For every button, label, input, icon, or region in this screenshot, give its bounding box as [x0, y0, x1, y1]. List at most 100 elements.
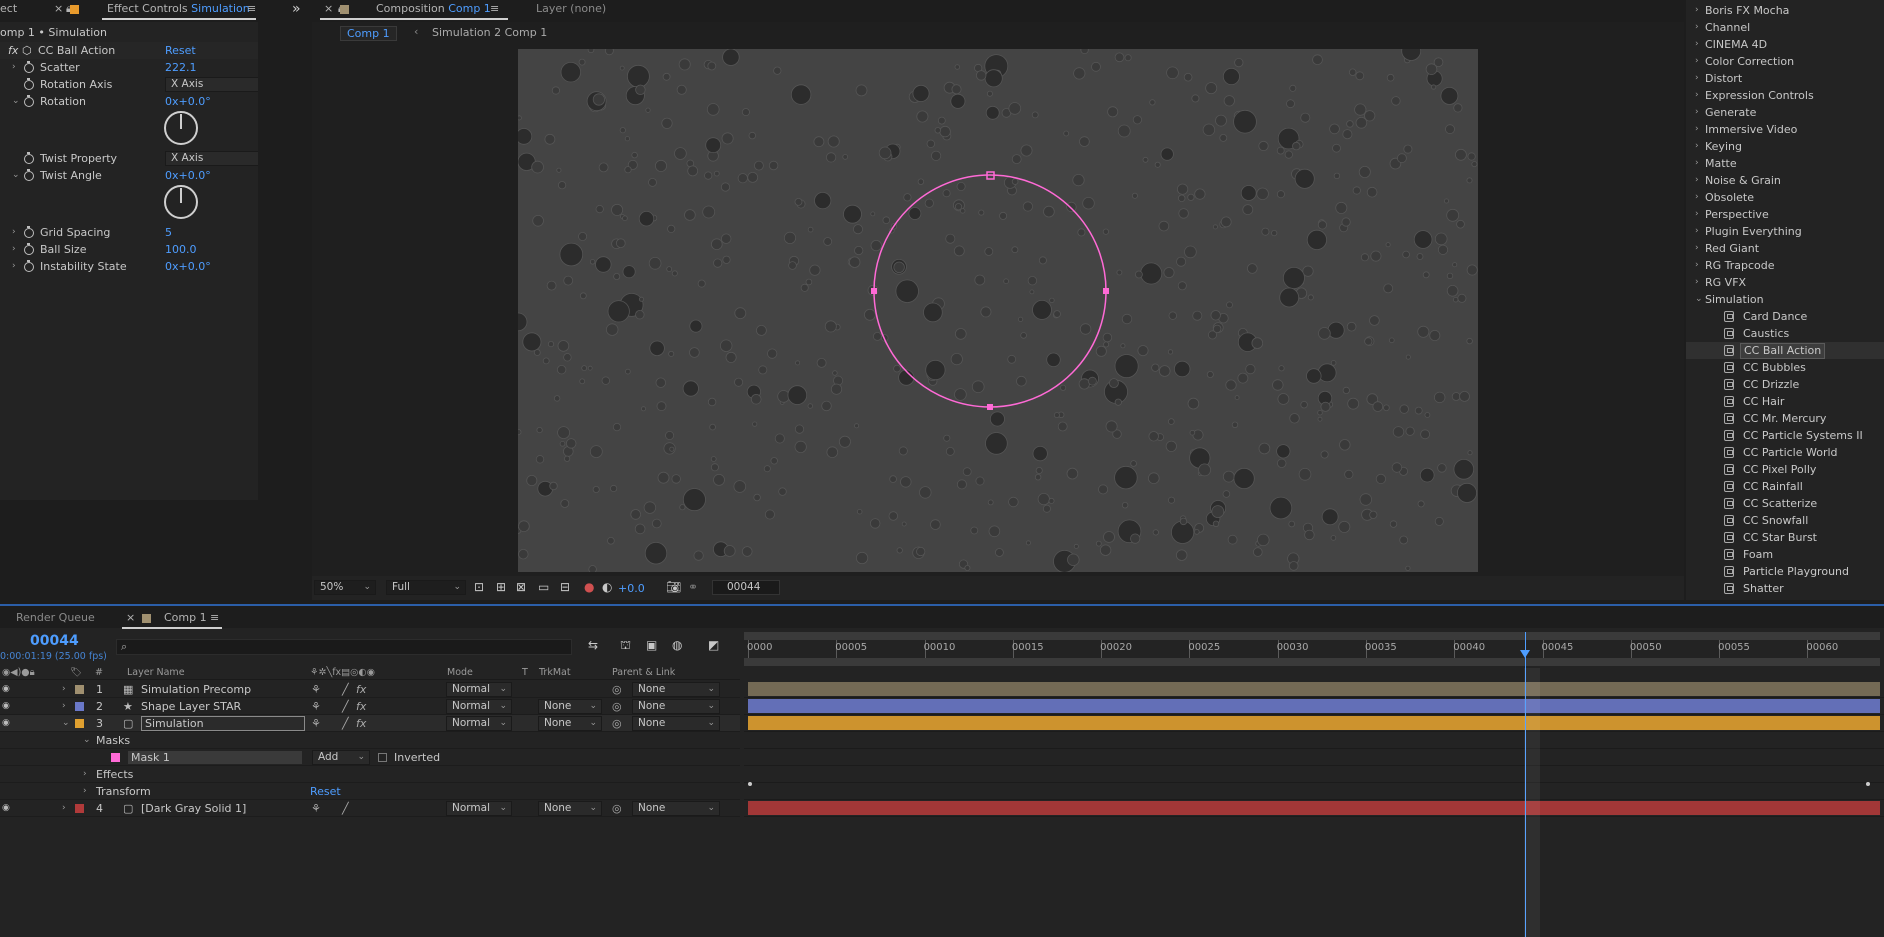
effect-item-cc-scatterize[interactable]: CC Scatterize	[1686, 495, 1884, 512]
eye-icon[interactable]: ◉	[2, 715, 10, 732]
panel-overflow-icon[interactable]: »	[292, 1, 301, 17]
mask-vertex-right[interactable]	[1103, 288, 1109, 294]
masks-group[interactable]: ⌄ Masks	[0, 732, 740, 749]
draft-3d-icon[interactable]: ⛫	[620, 638, 631, 654]
mask-overlay[interactable]	[518, 49, 1478, 572]
resolution-select[interactable]: Full ⌄	[386, 580, 466, 595]
eye-icon[interactable]: ◉	[2, 681, 10, 698]
effect-item-cc-snowfall[interactable]: CC Snowfall	[1686, 512, 1884, 529]
rotation-dial[interactable]	[164, 111, 198, 145]
effect-item-caustics[interactable]: Caustics	[1686, 325, 1884, 342]
pickwhip-icon[interactable]: ◎	[612, 681, 622, 698]
keyframe-marker[interactable]	[748, 782, 752, 786]
shy-switch-icon[interactable]: ⚘	[311, 698, 321, 715]
twist-property-select[interactable]: X Axis⌄	[165, 151, 258, 166]
inverted-checkbox[interactable]	[378, 753, 387, 762]
chevron-right-icon[interactable]: ⌄	[83, 732, 91, 749]
effect-item-cc-hair[interactable]: CC Hair	[1686, 393, 1884, 410]
tab-effect-controls[interactable]: Effect Controls Simulation	[107, 0, 250, 20]
chevron-down-icon[interactable]: ⌄	[1695, 291, 1703, 308]
rotation-axis-select[interactable]: X Axis⌄	[165, 77, 258, 92]
effect-item-cc-star-burst[interactable]: CC Star Burst	[1686, 529, 1884, 546]
chevron-right-icon[interactable]: ›	[1695, 87, 1699, 104]
tab-effects-prev[interactable]: ect	[0, 0, 17, 20]
effect-header-row[interactable]: fx ⬡ CC Ball Action Reset	[0, 42, 258, 59]
stopwatch-icon[interactable]	[24, 61, 34, 73]
effect-item-cc-bubbles[interactable]: CC Bubbles	[1686, 359, 1884, 376]
layer-duration-bar[interactable]	[748, 682, 1880, 696]
property-value[interactable]: 5	[165, 224, 172, 241]
trkmat-select[interactable]: None ⌄	[538, 699, 602, 714]
chevron-right-icon[interactable]: ›	[1695, 36, 1699, 53]
tab-render-queue[interactable]: Render Queue	[16, 609, 95, 629]
layer-name[interactable]: Shape Layer STAR	[141, 698, 241, 715]
pickwhip-icon[interactable]: ◎	[612, 715, 622, 732]
layer-row-2[interactable]: ◉ › 2 ★ Shape Layer STAR ⚘ ╱ fx Normal ⌄ None ⌄ ◎ Non…	[0, 698, 740, 715]
stopwatch-icon[interactable]	[24, 260, 34, 272]
show-snapshot-icon[interactable]: ⚭	[688, 580, 698, 594]
blend-mode-select[interactable]: Normal ⌄	[446, 801, 512, 816]
property-value[interactable]: 0x+0.0°	[165, 167, 211, 184]
tab-composition[interactable]: Composition Comp 1	[376, 0, 491, 20]
subtab-simulation-2-comp-1[interactable]: Simulation 2 Comp 1	[432, 26, 547, 39]
effect-item-cc-rainfall[interactable]: CC Rainfall	[1686, 478, 1884, 495]
chevron-down-icon[interactable]: ⌄	[62, 715, 70, 732]
label-color-swatch[interactable]	[75, 719, 84, 728]
time-ruler[interactable]: 0000 00005 00010 00015 00020 00025 00030 00035 0…	[744, 632, 1884, 668]
chevron-right-icon[interactable]: ›	[1695, 155, 1699, 172]
fx-switch-icon[interactable]: fx	[356, 681, 366, 698]
mask-path[interactable]	[873, 174, 1107, 408]
effect-reset-link[interactable]: Reset	[165, 42, 196, 59]
work-area-bar[interactable]	[744, 632, 1880, 640]
chevron-right-icon[interactable]: ›	[1695, 223, 1699, 240]
effect-item-cc-drizzle[interactable]: CC Drizzle	[1686, 376, 1884, 393]
layer-duration-bar[interactable]	[748, 716, 1880, 730]
chevron-right-icon[interactable]: ›	[62, 681, 66, 698]
playhead-handle[interactable]	[1519, 650, 1530, 658]
quality-switch-icon[interactable]: ╱	[342, 698, 349, 715]
layer-name[interactable]: Simulation	[141, 716, 305, 731]
zoom-select[interactable]: 50% ⌄	[314, 580, 376, 595]
effect-item-particle-playground[interactable]: Particle Playground	[1686, 563, 1884, 580]
layer-duration-bar[interactable]	[748, 801, 1880, 815]
panel-menu-icon[interactable]: ≡	[490, 0, 499, 20]
fx-switch-icon[interactable]: fx	[356, 715, 366, 732]
pickwhip-icon[interactable]: ◎	[612, 698, 622, 715]
transform-reset-link[interactable]: Reset	[310, 783, 341, 800]
chevron-right-icon[interactable]: ›	[83, 766, 87, 783]
property-value[interactable]: 0x+0.0°	[165, 93, 211, 110]
layer-name-header[interactable]: Layer Name	[127, 667, 185, 678]
property-value[interactable]: 0x+0.0°	[165, 258, 211, 275]
layer-duration-bar[interactable]	[748, 699, 1880, 713]
label-color-swatch[interactable]	[75, 702, 84, 711]
parent-select[interactable]: None ⌄	[632, 801, 720, 816]
chevron-right-icon[interactable]: ›	[1695, 274, 1699, 291]
eye-icon[interactable]: ◉	[2, 800, 10, 817]
tab-comp-1[interactable]: Comp 1	[164, 609, 207, 629]
effect-item-cc-particle-systems-ii[interactable]: CC Particle Systems II	[1686, 427, 1884, 444]
parent-select[interactable]: None ⌄	[632, 699, 720, 714]
chevron-right-icon[interactable]: ›	[12, 258, 16, 275]
mask-color-swatch[interactable]	[111, 753, 120, 762]
chevron-right-icon[interactable]: ›	[83, 783, 87, 800]
exposure-value[interactable]: +0.0	[618, 582, 645, 595]
quality-switch-icon[interactable]: ╱	[342, 681, 349, 698]
channels-icon[interactable]: ●	[584, 580, 594, 594]
layer-search-input[interactable]: ⌕	[116, 639, 572, 655]
effects-group[interactable]: › Effects	[0, 766, 740, 783]
trkmat-select[interactable]: None ⌄	[538, 801, 602, 816]
chevron-right-icon[interactable]: ›	[1695, 172, 1699, 189]
shy-switch-icon[interactable]: ⚘	[311, 715, 321, 732]
mask-vertex-left[interactable]	[871, 288, 877, 294]
quality-switch-icon[interactable]: ╱	[342, 800, 349, 817]
effect-item-card-dance[interactable]: Card Dance	[1686, 308, 1884, 325]
blend-mode-select[interactable]: Normal ⌄	[446, 699, 512, 714]
property-row-instability-state[interactable]: › Instability State 0x+0.0°	[0, 258, 258, 275]
chevron-right-icon[interactable]: ›	[1695, 138, 1699, 155]
close-icon[interactable]: ×	[324, 0, 333, 20]
label-color-swatch[interactable]	[75, 804, 84, 813]
effect-item-shatter[interactable]: Shatter	[1686, 580, 1884, 597]
frame-blending-icon[interactable]: ▣	[646, 638, 657, 652]
blend-mode-select[interactable]: Normal ⌄	[446, 716, 512, 731]
snapshot-icon[interactable]: 📷︎	[666, 580, 681, 594]
